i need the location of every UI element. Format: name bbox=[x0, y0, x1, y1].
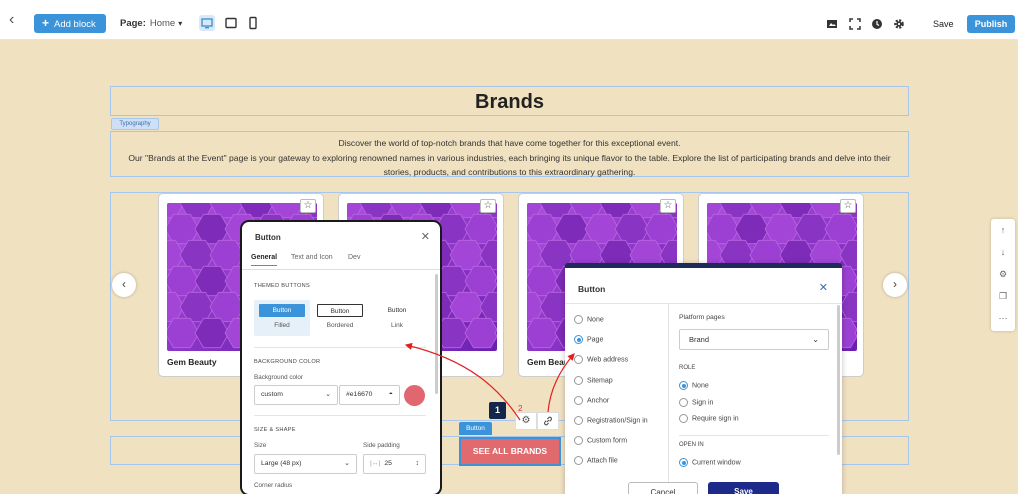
annotation-arrow-to-link-panel bbox=[547, 353, 575, 413]
annotation-arrow-to-themed bbox=[404, 342, 521, 421]
annotation-arrows bbox=[404, 342, 575, 421]
